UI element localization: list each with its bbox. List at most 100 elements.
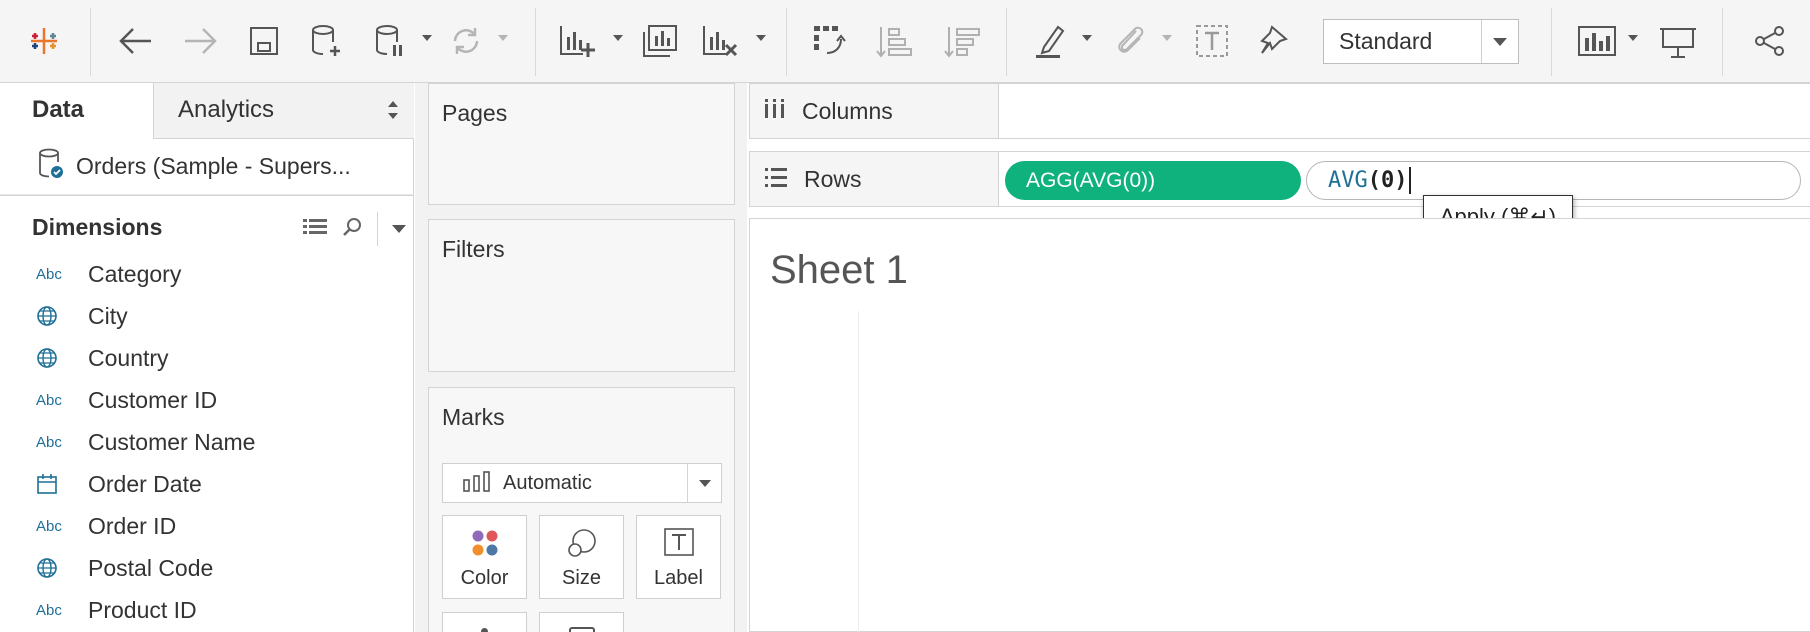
- new-data-source-icon[interactable]: [306, 18, 346, 64]
- dimension-item[interactable]: Abc Category: [0, 253, 414, 295]
- pages-title: Pages: [442, 100, 508, 126]
- data-source-icon: [38, 148, 64, 185]
- new-worksheet-icon[interactable]: [555, 18, 623, 64]
- presentation-mode-icon[interactable]: [1656, 18, 1700, 64]
- string-type-icon: Abc: [36, 433, 62, 451]
- label-button[interactable]: Label: [636, 515, 721, 599]
- globe-icon: [36, 347, 74, 369]
- sort-ascending-icon[interactable]: [872, 18, 916, 64]
- detail-button[interactable]: [442, 612, 527, 632]
- globe-icon: [36, 305, 74, 327]
- columns-label: Columns: [802, 97, 893, 124]
- sheet-title[interactable]: Sheet 1: [770, 248, 908, 293]
- dimension-label: Customer ID: [88, 386, 218, 413]
- show-me-icon[interactable]: [1574, 18, 1638, 64]
- dimension-item[interactable]: Order Date: [0, 463, 414, 505]
- save-icon[interactable]: [244, 18, 284, 64]
- dimension-item[interactable]: Abc Product ID: [0, 589, 414, 631]
- dimension-label: Country: [88, 344, 169, 371]
- share-icon[interactable]: [1750, 18, 1790, 64]
- dimension-item[interactable]: City: [0, 295, 414, 337]
- dimension-label: Product ID: [88, 596, 197, 623]
- dimensions-header: Dimensions: [0, 195, 414, 253]
- dimension-label: Order ID: [88, 512, 177, 539]
- formula-function: AVG: [1328, 168, 1368, 193]
- data-pane: Data Analytics Orders (Sample - Supers..…: [0, 83, 414, 632]
- sheet-canvas[interactable]: Sheet 1: [749, 218, 1810, 632]
- marks-title: Marks: [442, 404, 505, 430]
- detail-dots-icon: [481, 628, 488, 632]
- dimensions-title: Dimensions: [32, 214, 163, 240]
- dimensions-list: Abc Category City Country Abc Customer I…: [0, 253, 414, 631]
- string-type-icon: Abc: [36, 391, 62, 409]
- filters-card[interactable]: Filters: [428, 219, 735, 372]
- columns-shelf-label: Columns: [750, 84, 999, 138]
- highlight-icon[interactable]: [1030, 18, 1092, 64]
- data-source-item[interactable]: Orders (Sample - Supers...: [0, 139, 414, 195]
- label-label: Label: [654, 567, 703, 589]
- rows-label: Rows: [804, 165, 862, 192]
- dimension-item[interactable]: Abc Customer Name: [0, 421, 414, 463]
- dimension-label: Customer Name: [88, 428, 256, 455]
- rows-shelf[interactable]: Rows AGG(AVG(0)) AVG (0): [749, 151, 1810, 207]
- dimension-label: Order Date: [88, 470, 202, 497]
- clear-sheet-icon[interactable]: [698, 18, 766, 64]
- mark-type-value: Automatic: [503, 471, 592, 494]
- filters-title: Filters: [442, 236, 505, 262]
- forward-icon[interactable]: [178, 18, 222, 64]
- view-mode-dropdown[interactable]: Standard: [1323, 19, 1519, 64]
- group-members-icon[interactable]: [1110, 18, 1172, 64]
- text-caret: [1408, 167, 1411, 194]
- list-view-icon[interactable]: [303, 217, 327, 242]
- chevron-down-icon[interactable]: [392, 225, 406, 233]
- size-circles-icon: [540, 528, 623, 560]
- search-icon[interactable]: [341, 216, 363, 243]
- dimension-item[interactable]: Abc Order ID: [0, 505, 414, 547]
- data-source-name: Orders (Sample - Supers...: [76, 153, 351, 179]
- columns-shelf[interactable]: Columns: [749, 83, 1810, 139]
- rows-icon: [764, 166, 788, 193]
- duplicate-sheet-icon[interactable]: [638, 18, 682, 64]
- calendar-icon: [36, 473, 74, 495]
- dimension-label: City: [88, 302, 128, 329]
- dimension-item[interactable]: Country: [0, 337, 414, 379]
- pause-updates-icon[interactable]: [370, 18, 432, 64]
- string-type-icon: Abc: [36, 601, 62, 619]
- tab-analytics[interactable]: Analytics: [153, 83, 414, 139]
- view-mode-value: Standard: [1339, 28, 1433, 54]
- refresh-icon[interactable]: [446, 18, 508, 64]
- bar-chart-icon: [463, 470, 491, 497]
- marks-card: Marks Automatic Color Size Label: [428, 387, 735, 632]
- cards-pane: Pages Filters Marks Automatic Color Size: [415, 83, 747, 632]
- columns-icon: [764, 98, 786, 125]
- mark-type-dropdown[interactable]: Automatic: [442, 463, 722, 503]
- row-measure-pill[interactable]: AGG(AVG(0)): [1005, 161, 1301, 200]
- tooltip-button[interactable]: [539, 612, 624, 632]
- size-label: Size: [562, 567, 601, 589]
- color-button[interactable]: Color: [442, 515, 527, 599]
- color-label: Color: [460, 567, 509, 589]
- dimension-item[interactable]: Postal Code: [0, 547, 414, 589]
- back-icon[interactable]: [114, 18, 158, 64]
- globe-icon: [36, 557, 74, 579]
- dimension-label: Postal Code: [88, 554, 214, 581]
- rows-shelf-label: Rows: [750, 152, 999, 206]
- size-button[interactable]: Size: [539, 515, 624, 599]
- fix-axes-icon[interactable]: [1256, 18, 1296, 64]
- tab-analytics-label: Analytics: [178, 96, 275, 123]
- pane-tabs: Data Analytics: [0, 83, 414, 139]
- show-mark-labels-icon[interactable]: [1192, 18, 1232, 64]
- tableau-logo-icon[interactable]: [22, 18, 66, 64]
- chevron-down-icon[interactable]: [1481, 20, 1518, 63]
- string-type-icon: Abc: [36, 517, 62, 535]
- text-label-icon: [637, 528, 720, 556]
- color-dots-icon: [443, 528, 526, 558]
- swap-rows-columns-icon[interactable]: [808, 18, 852, 64]
- dimension-item[interactable]: Abc Customer ID: [0, 379, 414, 421]
- chevron-down-icon[interactable]: [687, 464, 721, 502]
- sort-descending-icon[interactable]: [940, 18, 984, 64]
- pages-card[interactable]: Pages: [428, 83, 735, 205]
- tab-data[interactable]: Data: [0, 83, 153, 139]
- dimension-label: Category: [88, 260, 182, 287]
- dimensions-tools: [303, 212, 406, 246]
